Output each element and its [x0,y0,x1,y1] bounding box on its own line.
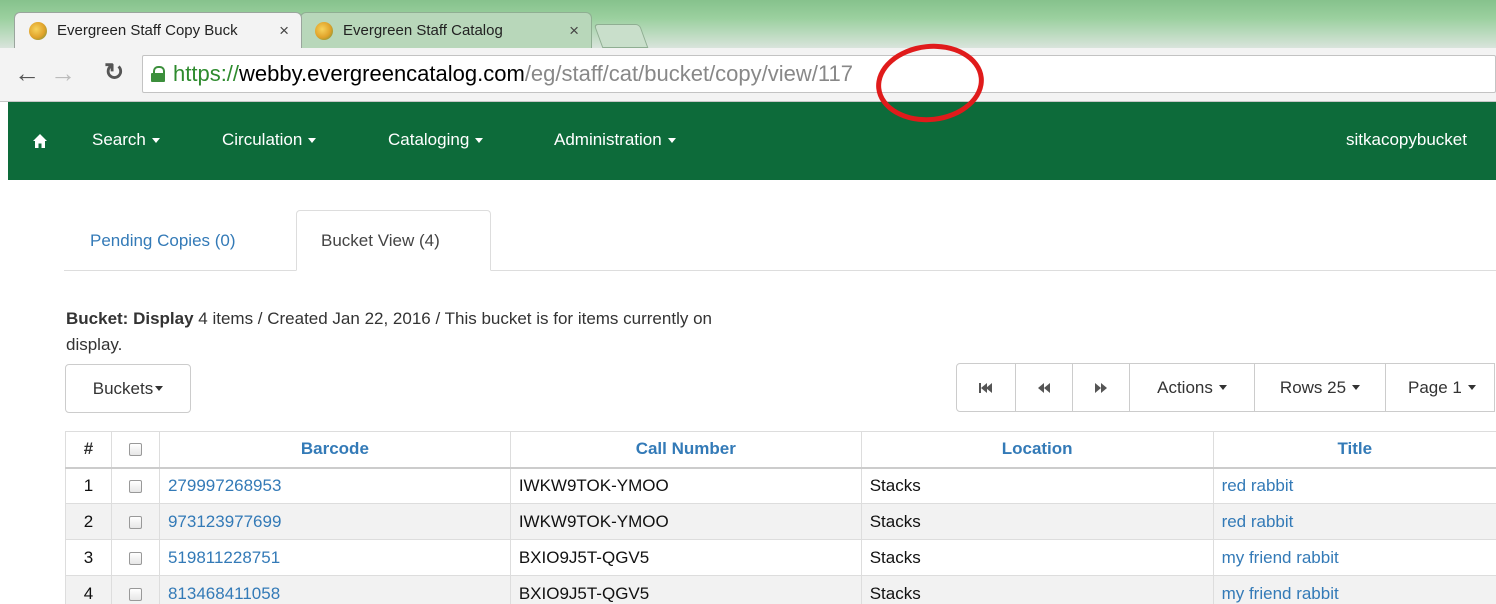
caret-down-icon [475,138,484,144]
caret-down-icon [1467,385,1476,390]
close-tab-icon[interactable]: × [279,21,289,41]
column-header-barcode[interactable]: Barcode [158,431,511,469]
rows-per-page-dropdown[interactable]: Rows 25 [1254,363,1386,412]
url-text: https://webby.evergreencatalog.com/eg/st… [173,61,853,86]
barcode-link[interactable]: 813468411058 [158,575,511,604]
table-row[interactable]: 2 973123977699 IWKW9TOK-YMOO Stacks red … [65,503,1496,540]
caret-down-icon [308,138,317,144]
select-all-checkbox[interactable] [128,443,142,457]
first-page-button[interactable] [956,363,1016,412]
buckets-dropdown-button[interactable]: Buckets [65,364,191,413]
row-checkbox[interactable] [128,479,142,493]
reload-icon[interactable]: ↻ [104,58,124,88]
new-tab-button[interactable] [593,24,649,48]
forward-arrow-icon[interactable]: → [50,58,76,88]
next-page-icon [1094,382,1107,393]
location-cell: Stacks [860,503,1214,540]
call-number-cell: IWKW9TOK-YMOO [509,467,862,504]
actions-dropdown-button[interactable]: Actions [1129,363,1255,412]
caret-down-icon [1352,385,1361,390]
bucket-description: Bucket: Display 4 items / Created Jan 22… [66,306,766,358]
previous-page-icon [1037,382,1050,393]
caret-down-icon [151,138,160,144]
caret-down-icon [155,386,164,391]
row-checkbox-cell[interactable] [110,467,160,504]
nav-administration-menu[interactable]: Administration [554,130,676,150]
location-cell: Stacks [860,575,1214,604]
call-number-cell: BXIO9J5T-QGV5 [509,575,862,604]
call-number-cell: IWKW9TOK-YMOO [509,503,862,540]
bucket-name: Bucket: Display [66,309,194,328]
table-row[interactable]: 1 279997268953 IWKW9TOK-YMOO Stacks red … [65,467,1496,504]
column-header-call-number[interactable]: Call Number [509,431,862,469]
grid-header-row: # Barcode Call Number Location Title [65,431,1496,469]
call-number-cell: BXIO9J5T-QGV5 [509,539,862,576]
row-checkbox-cell[interactable] [110,575,160,604]
title-link[interactable]: my friend rabbit [1212,539,1496,576]
tab-bucket-view[interactable]: Bucket View (4) [296,210,491,271]
row-checkbox[interactable] [128,551,142,565]
table-row[interactable]: 3 519811228751 BXIO9J5T-QGV5 Stacks my f… [65,539,1496,576]
row-index: 4 [65,575,112,604]
location-cell: Stacks [860,539,1214,576]
row-index: 2 [65,503,112,540]
table-row[interactable]: 4 813468411058 BXIO9J5T-QGV5 Stacks my f… [65,575,1496,604]
browser-tab-copy-bucket[interactable]: Evergreen Staff Copy Buck × [14,12,302,48]
next-page-button[interactable] [1072,363,1130,412]
column-header-title[interactable]: Title [1212,431,1496,469]
title-link[interactable]: red rabbit [1212,503,1496,540]
nav-cataloging-menu[interactable]: Cataloging [388,130,484,150]
nav-search-menu[interactable]: Search [92,130,160,150]
home-icon[interactable] [32,133,48,149]
browser-toolbar: ← → ↻ https://webby.evergreencatalog.com… [0,48,1496,102]
row-checkbox-cell[interactable] [110,539,160,576]
grid-toolbar: Actions Rows 25 Page 1 [956,363,1495,412]
title-link[interactable]: red rabbit [1212,467,1496,504]
previous-page-button[interactable] [1015,363,1073,412]
location-cell: Stacks [860,467,1214,504]
title-link[interactable]: my friend rabbit [1212,575,1496,604]
nav-user-menu[interactable]: sitkacopybucket [1346,130,1467,150]
app-navbar: Search Circulation Cataloging Administra… [8,102,1496,180]
barcode-link[interactable]: 279997268953 [158,467,511,504]
row-index: 1 [65,467,112,504]
tab-title: Evergreen Staff Catalog [343,22,503,39]
nav-circulation-menu[interactable]: Circulation [222,130,317,150]
tab-pending-copies[interactable]: Pending Copies (0) [66,210,260,271]
row-checkbox[interactable] [128,587,142,601]
evergreen-favicon-icon [315,21,333,40]
row-checkbox[interactable] [128,515,142,529]
evergreen-favicon-icon [29,21,47,40]
row-checkbox-cell[interactable] [110,503,160,540]
barcode-link[interactable]: 973123977699 [158,503,511,540]
barcode-link[interactable]: 519811228751 [158,539,511,576]
caret-down-icon [1218,385,1227,390]
select-all-checkbox-cell[interactable] [110,431,160,469]
lock-icon [151,66,165,82]
page-dropdown[interactable]: Page 1 [1385,363,1495,412]
browser-chrome: Evergreen Staff Copy Buck × Evergreen St… [0,0,1496,128]
caret-down-icon [667,138,676,144]
tab-title: Evergreen Staff Copy Buck [57,22,238,39]
row-index: 3 [65,539,112,576]
browser-tab-staff-catalog[interactable]: Evergreen Staff Catalog × [300,12,592,48]
column-header-index: # [65,431,112,469]
tab-strip-divider [64,270,1496,271]
back-arrow-icon[interactable]: ← [14,58,40,88]
address-bar[interactable]: https://webby.evergreencatalog.com/eg/st… [142,55,1496,93]
column-header-location[interactable]: Location [860,431,1214,469]
close-tab-icon[interactable]: × [569,21,579,41]
copy-bucket-grid: # Barcode Call Number Location Title 1 2… [65,431,1496,604]
first-page-icon [979,382,992,393]
